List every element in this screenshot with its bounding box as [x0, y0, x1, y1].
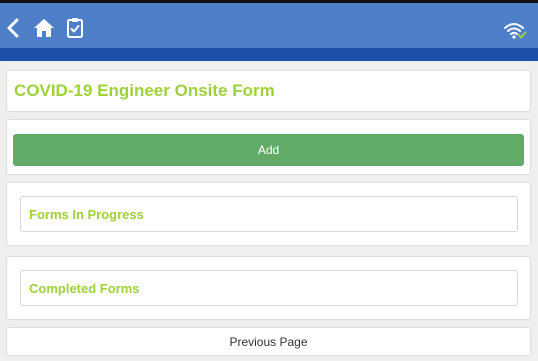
wifi-connected-icon: [504, 23, 527, 39]
header-sub-bar: [0, 48, 538, 61]
connection-status[interactable]: [502, 19, 528, 41]
form-title-card: COVID-19 Engineer Onsite Form: [6, 70, 531, 112]
home-icon: [34, 19, 54, 37]
completed-forms-card: Completed Forms: [6, 256, 531, 320]
forms-button[interactable]: [64, 15, 86, 41]
page-title: COVID-19 Engineer Onsite Form: [14, 81, 275, 100]
previous-page-button[interactable]: Previous Page: [6, 327, 531, 356]
back-button[interactable]: [3, 17, 23, 39]
clipboard-check-icon: [67, 18, 83, 38]
add-button[interactable]: Add: [13, 134, 524, 166]
add-card: Add: [6, 119, 531, 175]
app-header: [0, 3, 538, 48]
forms-in-progress-card: Forms In Progress: [6, 182, 531, 246]
home-button[interactable]: [32, 17, 56, 39]
completed-forms-link[interactable]: Completed Forms: [20, 270, 518, 306]
forms-in-progress-link[interactable]: Forms In Progress: [20, 196, 518, 232]
chevron-left-icon: [7, 18, 19, 38]
